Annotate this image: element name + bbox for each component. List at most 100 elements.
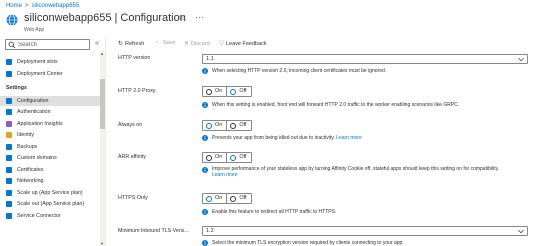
sidebar-item-label: Service Connector bbox=[17, 212, 61, 219]
star-icon[interactable]: ☆ bbox=[178, 13, 185, 22]
info-icon bbox=[202, 68, 208, 74]
sidebar-item-backups[interactable]: Backups bbox=[0, 142, 100, 152]
scroll-thumb[interactable] bbox=[100, 79, 105, 129]
refresh-icon: ↻ bbox=[118, 41, 124, 47]
save-button[interactable]: ▫ Save bbox=[156, 40, 176, 46]
http2-proxy-label: HTTP 2.0 Proxy bbox=[118, 88, 156, 94]
arr-affinity-info: Improve performance of your stateless ap… bbox=[212, 166, 500, 178]
service-connector-icon bbox=[6, 212, 12, 219]
sidebar-item-label: Deployment Center bbox=[17, 70, 63, 77]
always-on-learn-more-link[interactable]: Learn more bbox=[336, 135, 362, 141]
page-subtitle: Web App bbox=[24, 27, 45, 33]
breadcrumb-home[interactable]: Home bbox=[6, 3, 22, 9]
heart-icon: ♡ bbox=[219, 41, 225, 47]
sidebar-item-deployment-center[interactable]: Deployment Center bbox=[0, 69, 100, 79]
sidebar-item-scale-up-app-service-plan[interactable]: Scale up (App Service plan) bbox=[0, 188, 100, 198]
sidebar-item-label: Backups bbox=[17, 143, 38, 150]
radio-button-selected[interactable] bbox=[230, 88, 237, 95]
sidebar-item-label: Configuration bbox=[17, 97, 49, 104]
scroll-down-arrow-icon[interactable]: ▼ bbox=[100, 241, 104, 246]
radio-button[interactable] bbox=[206, 154, 212, 161]
http2-proxy-off-option[interactable]: Off bbox=[226, 87, 250, 96]
always-on-info: Prevents your app from being idled out d… bbox=[212, 135, 362, 141]
sidebar-item-application-insights[interactable]: Application Insights bbox=[0, 119, 100, 129]
info-icon bbox=[202, 240, 208, 246]
deployment-center-icon bbox=[6, 70, 12, 77]
sidebar-item-deployment-slots[interactable]: Deployment slots bbox=[0, 57, 100, 67]
chevron-down-icon bbox=[518, 57, 524, 62]
https-only-info: Enable this feature to redirect all HTTP… bbox=[212, 209, 337, 215]
page-header: siliconwebapp655 | Configuration Web App… bbox=[6, 12, 306, 36]
info-icon bbox=[202, 135, 208, 141]
discard-icon: ✕ bbox=[184, 41, 190, 47]
http2-proxy-toggle[interactable]: On Off bbox=[202, 86, 252, 97]
backups-icon bbox=[6, 143, 12, 150]
radio-button[interactable] bbox=[206, 88, 212, 95]
collapse-sidebar-button[interactable]: « bbox=[95, 40, 99, 47]
discard-button[interactable]: ✕ Discard bbox=[184, 40, 210, 47]
sidebar-item-networking[interactable]: Networking bbox=[0, 176, 100, 186]
sidebar-item-label: Authentication bbox=[17, 109, 51, 115]
authentication-icon bbox=[6, 109, 12, 115]
insights-icon bbox=[6, 120, 12, 127]
sidebar-item-certificates[interactable]: Certificates bbox=[0, 165, 100, 175]
https-only-on-option[interactable]: On bbox=[203, 194, 226, 203]
always-on-off-option[interactable]: Off bbox=[226, 121, 250, 130]
breadcrumb: Home > siliconwebapp655 bbox=[6, 3, 79, 9]
arr-affinity-learn-more-link[interactable]: Learn more bbox=[212, 172, 238, 178]
more-options-button[interactable]: ··· bbox=[195, 13, 205, 22]
sidebar-item-identity[interactable]: Identity bbox=[0, 130, 100, 140]
breadcrumb-separator: > bbox=[25, 3, 29, 9]
radio-button-selected[interactable] bbox=[230, 154, 237, 161]
radio-button-selected[interactable] bbox=[206, 122, 212, 129]
chevron-down-icon bbox=[518, 229, 524, 234]
sidebar-item-scale-out-app-service-plan[interactable]: Scale out (App Service plan) bbox=[0, 199, 100, 209]
arr-affinity-label: ARR affinity bbox=[118, 154, 146, 160]
radio-button-selected[interactable] bbox=[206, 195, 212, 202]
sidebar-item-authentication[interactable]: Authentication bbox=[0, 107, 100, 117]
sidebar: « Deployment slots Deployment Center Setti… bbox=[0, 37, 106, 246]
search-box[interactable] bbox=[5, 39, 90, 50]
always-on-toggle[interactable]: On Off bbox=[202, 120, 252, 131]
radio-button[interactable] bbox=[230, 122, 237, 129]
networking-icon bbox=[6, 178, 12, 184]
radio-button[interactable] bbox=[230, 195, 237, 202]
sidebar-scrollbar[interactable]: ▲ ▼ bbox=[100, 51, 105, 246]
scroll-up-arrow-icon[interactable]: ▲ bbox=[100, 51, 104, 56]
arr-affinity-toggle[interactable]: On Off bbox=[202, 152, 252, 163]
min-tls-dropdown[interactable]: 1.2 bbox=[202, 226, 528, 236]
sidebar-item-custom-domains[interactable]: Custom domains bbox=[0, 153, 100, 163]
always-on-on-option[interactable]: On bbox=[203, 121, 226, 130]
min-tls-label: Minimum Inbound TLS Versi... bbox=[118, 228, 189, 234]
sidebar-item-configuration[interactable]: Configuration bbox=[0, 95, 100, 106]
sidebar-item-label: Scale out (App Service plan) bbox=[17, 201, 85, 207]
sidebar-item-label: Custom domains bbox=[17, 155, 57, 161]
certificates-icon bbox=[6, 166, 12, 173]
https-only-off-option[interactable]: Off bbox=[226, 194, 250, 203]
page-title: siliconwebapp655 | Configuration bbox=[24, 12, 186, 24]
arr-affinity-on-option[interactable]: On bbox=[203, 153, 226, 162]
web-app-icon bbox=[6, 14, 18, 26]
arr-affinity-off-option[interactable]: Off bbox=[226, 153, 250, 162]
sidebar-item-service-connector[interactable]: Service Connector bbox=[0, 211, 100, 221]
min-tls-info: Select the minimum TLS encryption versio… bbox=[212, 240, 404, 246]
refresh-label: Refresh bbox=[125, 41, 145, 47]
leave-feedback-button[interactable]: ♡ Leave Feedback bbox=[219, 40, 267, 47]
sidebar-item-label: Application Insights bbox=[17, 120, 63, 127]
always-on-label: Always on bbox=[118, 122, 143, 128]
http2-proxy-on-option[interactable]: On bbox=[203, 87, 226, 96]
save-icon: ▫ bbox=[156, 40, 159, 46]
save-label: Save bbox=[163, 40, 176, 46]
search-input[interactable] bbox=[18, 41, 86, 48]
refresh-button[interactable]: ↻ Refresh bbox=[118, 40, 144, 47]
http-version-value: 1.1 bbox=[206, 56, 214, 62]
sidebar-item-label: Identity bbox=[17, 132, 35, 138]
https-only-toggle[interactable]: On Off bbox=[202, 193, 252, 204]
http-version-dropdown[interactable]: 1.1 bbox=[202, 54, 528, 64]
breadcrumb-app[interactable]: siliconwebapp655 bbox=[32, 3, 80, 9]
https-only-label: HTTPS Only bbox=[118, 195, 148, 201]
search-icon bbox=[8, 41, 16, 49]
scale-out-icon bbox=[6, 201, 12, 207]
info-icon bbox=[202, 167, 208, 173]
leave-feedback-label: Leave Feedback bbox=[226, 41, 267, 47]
